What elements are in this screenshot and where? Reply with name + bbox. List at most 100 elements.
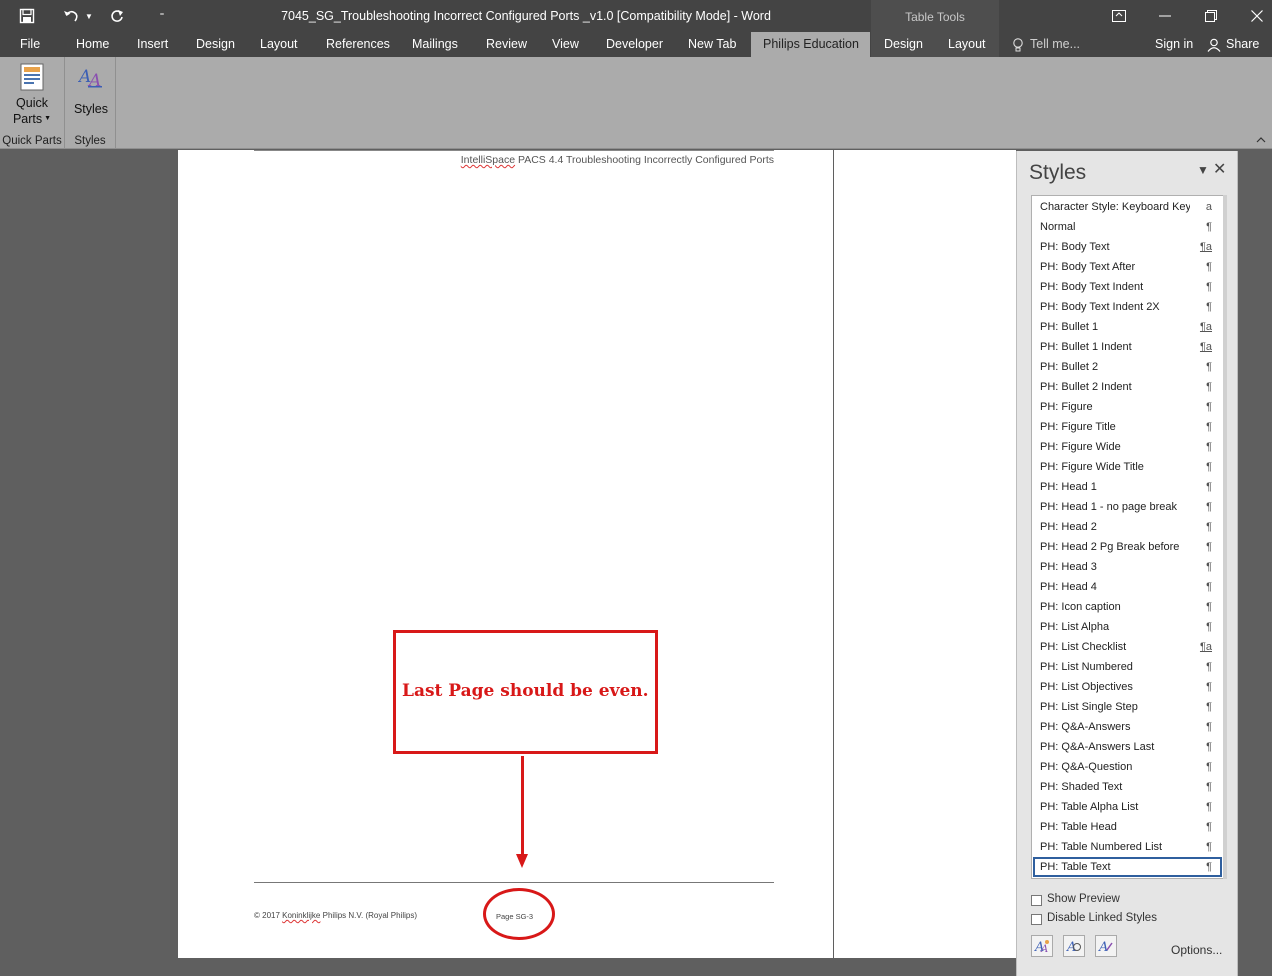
- options-link[interactable]: Options...: [1171, 943, 1222, 957]
- document-page[interactable]: IntelliSpace PACS 4.4 Troubleshooting In…: [178, 150, 833, 958]
- style-item-label: PH: Body Text After: [1040, 261, 1136, 273]
- collapse-ribbon-icon[interactable]: [1256, 134, 1266, 146]
- style-item[interactable]: PH: Table Numbered List ¶: [1033, 837, 1222, 857]
- styles-group: A A Styles Styles: [65, 57, 116, 149]
- sign-in-link[interactable]: Sign in: [1155, 32, 1193, 57]
- close-icon[interactable]: ✕: [1213, 159, 1226, 179]
- undo-icon[interactable]: [58, 0, 84, 32]
- style-item[interactable]: PH: List Numbered ¶: [1033, 657, 1222, 677]
- customize-qat-icon[interactable]: ⁼: [152, 0, 172, 32]
- page-footer-copyright: © 2017 Koninklijke Philips N.V. (Royal P…: [254, 911, 417, 920]
- style-item-label: PH: Table Numbered List: [1040, 841, 1163, 853]
- styles-button-label: Styles: [73, 102, 109, 116]
- style-item[interactable]: PH: Body Text ¶a: [1033, 237, 1222, 257]
- tab-philips-education[interactable]: Philips Education: [751, 32, 870, 57]
- new-style-button[interactable]: AA: [1031, 935, 1053, 957]
- tab-mailings[interactable]: Mailings: [412, 32, 458, 57]
- tab-view[interactable]: View: [552, 32, 579, 57]
- close-window-icon[interactable]: [1234, 0, 1272, 32]
- annotation-callout-text: Last Page should be even.: [402, 681, 649, 701]
- paragraph-style-icon: ¶: [1206, 601, 1212, 613]
- style-item-label: PH: Table Head: [1040, 821, 1117, 833]
- disable-linked-styles-checkbox[interactable]: [1031, 914, 1042, 925]
- save-icon[interactable]: [10, 0, 44, 32]
- style-item[interactable]: PH: Bullet 2 ¶: [1033, 357, 1222, 377]
- svg-text:A: A: [1098, 940, 1108, 953]
- styles-list-scrollbar[interactable]: [1223, 195, 1227, 879]
- style-item[interactable]: PH: Figure ¶: [1033, 397, 1222, 417]
- style-item[interactable]: PH: Icon caption ¶: [1033, 597, 1222, 617]
- document-area[interactable]: IntelliSpace PACS 4.4 Troubleshooting In…: [0, 150, 1016, 976]
- styles-button[interactable]: A A Styles: [69, 65, 113, 117]
- style-item[interactable]: Normal ¶: [1033, 217, 1222, 237]
- tab-table-design[interactable]: Design: [884, 32, 923, 57]
- style-item[interactable]: PH: Head 2 Pg Break before ¶: [1033, 537, 1222, 557]
- share-button[interactable]: Share: [1207, 32, 1259, 57]
- style-item[interactable]: PH: Bullet 1 ¶a: [1033, 317, 1222, 337]
- paragraph-style-icon: ¶: [1206, 221, 1212, 233]
- style-item[interactable]: PH: List Objectives ¶: [1033, 677, 1222, 697]
- style-item[interactable]: PH: Figure Wide Title ¶: [1033, 457, 1222, 477]
- show-preview-checkbox[interactable]: [1031, 895, 1042, 906]
- tell-me-box[interactable]: Tell me...: [1012, 32, 1080, 57]
- paragraph-style-icon: ¶: [1206, 741, 1212, 753]
- redo-icon[interactable]: [106, 0, 128, 32]
- style-item[interactable]: PH: Head 3 ¶: [1033, 557, 1222, 577]
- tab-new-tab[interactable]: New Tab: [688, 32, 736, 57]
- style-item[interactable]: PH: Bullet 1 Indent ¶a: [1033, 337, 1222, 357]
- tab-references[interactable]: References: [326, 32, 390, 57]
- style-inspector-button[interactable]: A: [1063, 935, 1085, 957]
- ribbon: Quick Parts ▼ Quick Parts A A Styles Sty…: [0, 57, 1272, 149]
- style-item-label: PH: Body Text: [1040, 241, 1110, 253]
- style-item[interactable]: PH: Q&A-Answers ¶: [1033, 717, 1222, 737]
- style-item[interactable]: PH: Head 1 ¶: [1033, 477, 1222, 497]
- style-item[interactable]: PH: Head 2 ¶: [1033, 517, 1222, 537]
- style-item-label: PH: Head 1: [1040, 481, 1097, 493]
- annotation-arrow-head: [516, 854, 528, 868]
- styles-pane-title: Styles: [1029, 161, 1087, 184]
- undo-dropdown-icon[interactable]: ▼: [83, 0, 95, 32]
- style-item[interactable]: PH: Head 4 ¶: [1033, 577, 1222, 597]
- quick-parts-line1: Quick: [16, 96, 48, 110]
- window-title: 7045_SG_Troubleshooting Incorrect Config…: [281, 9, 771, 23]
- style-item[interactable]: PH: Body Text Indent 2X ¶: [1033, 297, 1222, 317]
- style-item[interactable]: PH: List Single Step ¶: [1033, 697, 1222, 717]
- tab-table-layout[interactable]: Layout: [948, 32, 986, 57]
- style-item[interactable]: PH: Bullet 2 Indent ¶: [1033, 377, 1222, 397]
- tab-layout[interactable]: Layout: [260, 32, 298, 57]
- style-item[interactable]: PH: Body Text Indent ¶: [1033, 277, 1222, 297]
- tab-review[interactable]: Review: [486, 32, 527, 57]
- style-item[interactable]: PH: Q&A-Question ¶: [1033, 757, 1222, 777]
- style-item[interactable]: PH: Table Text ¶: [1033, 857, 1222, 877]
- style-item[interactable]: PH: Head 1 - no page break ¶: [1033, 497, 1222, 517]
- style-item[interactable]: PH: Figure Title ¶: [1033, 417, 1222, 437]
- style-item[interactable]: PH: Body Text After ¶: [1033, 257, 1222, 277]
- styles-group-label: Styles: [74, 135, 106, 147]
- style-item[interactable]: PH: List Alpha ¶: [1033, 617, 1222, 637]
- svg-text:A: A: [1040, 944, 1048, 953]
- manage-styles-button[interactable]: A: [1095, 935, 1117, 957]
- style-item[interactable]: PH: Shaded Text ¶: [1033, 777, 1222, 797]
- tab-design[interactable]: Design: [196, 32, 235, 57]
- table-tools-header: Table Tools: [871, 0, 999, 32]
- style-item[interactable]: PH: Table Head ¶: [1033, 817, 1222, 837]
- style-item[interactable]: PH: Figure Wide ¶: [1033, 437, 1222, 457]
- tab-file[interactable]: File: [20, 32, 40, 57]
- style-item[interactable]: PH: List Checklist ¶a: [1033, 637, 1222, 657]
- styles-list[interactable]: Character Style: Keyboard Key a Normal ¶ PH:…: [1031, 195, 1224, 879]
- style-item[interactable]: Character Style: Keyboard Key a: [1033, 197, 1222, 217]
- style-item-label: PH: Bullet 2 Indent: [1040, 381, 1132, 393]
- next-page-edge[interactable]: [834, 150, 1016, 958]
- minimize-icon[interactable]: [1142, 0, 1188, 32]
- ribbon-display-options-icon[interactable]: [1096, 0, 1142, 32]
- style-item[interactable]: PH: Q&A-Answers Last ¶: [1033, 737, 1222, 757]
- quick-parts-button[interactable]: Quick Parts ▼: [8, 63, 56, 127]
- restore-icon[interactable]: [1188, 0, 1234, 32]
- style-item[interactable]: PH: Table Alpha List ¶: [1033, 797, 1222, 817]
- styles-pane: Styles ▼ ✕ Character Style: Keyboard Key…: [1016, 151, 1238, 976]
- tab-developer[interactable]: Developer: [606, 32, 663, 57]
- new-style-icon: AA: [1034, 940, 1049, 953]
- tab-home[interactable]: Home: [76, 32, 109, 57]
- pane-options-dropdown-icon[interactable]: ▼: [1197, 163, 1209, 177]
- tab-insert[interactable]: Insert: [137, 32, 168, 57]
